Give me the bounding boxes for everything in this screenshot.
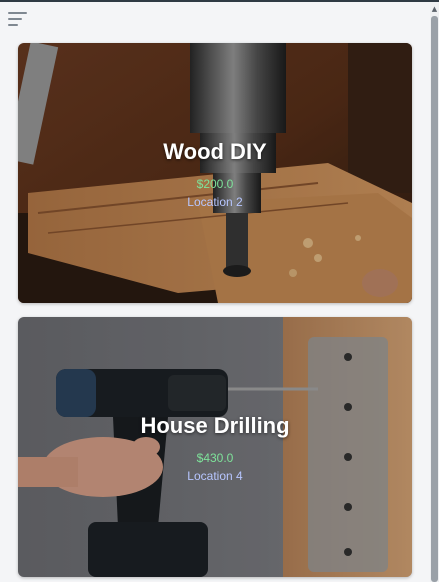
hamburger-menu-icon[interactable]	[8, 12, 28, 28]
listing-card-wood-diy[interactable]: Wood DIY $200.0 Location 2	[18, 43, 412, 303]
card-location: Location 2	[187, 195, 243, 209]
card-caption: House Drilling $430.0 Location 4	[18, 413, 412, 483]
card-title: Wood DIY	[163, 139, 267, 164]
window-top-border	[0, 0, 439, 2]
listing-card-house-drilling[interactable]: House Drilling $430.0 Location 4	[18, 317, 412, 577]
card-location: Location 4	[187, 469, 243, 483]
card-caption: Wood DIY $200.0 Location 2	[18, 139, 412, 209]
card-title: House Drilling	[140, 413, 290, 438]
scroll-up-arrow-icon[interactable]: ▲	[430, 4, 439, 14]
card-price: $200.0	[196, 177, 234, 191]
scrollbar-thumb[interactable]	[431, 16, 438, 582]
card-price: $430.0	[196, 451, 234, 465]
